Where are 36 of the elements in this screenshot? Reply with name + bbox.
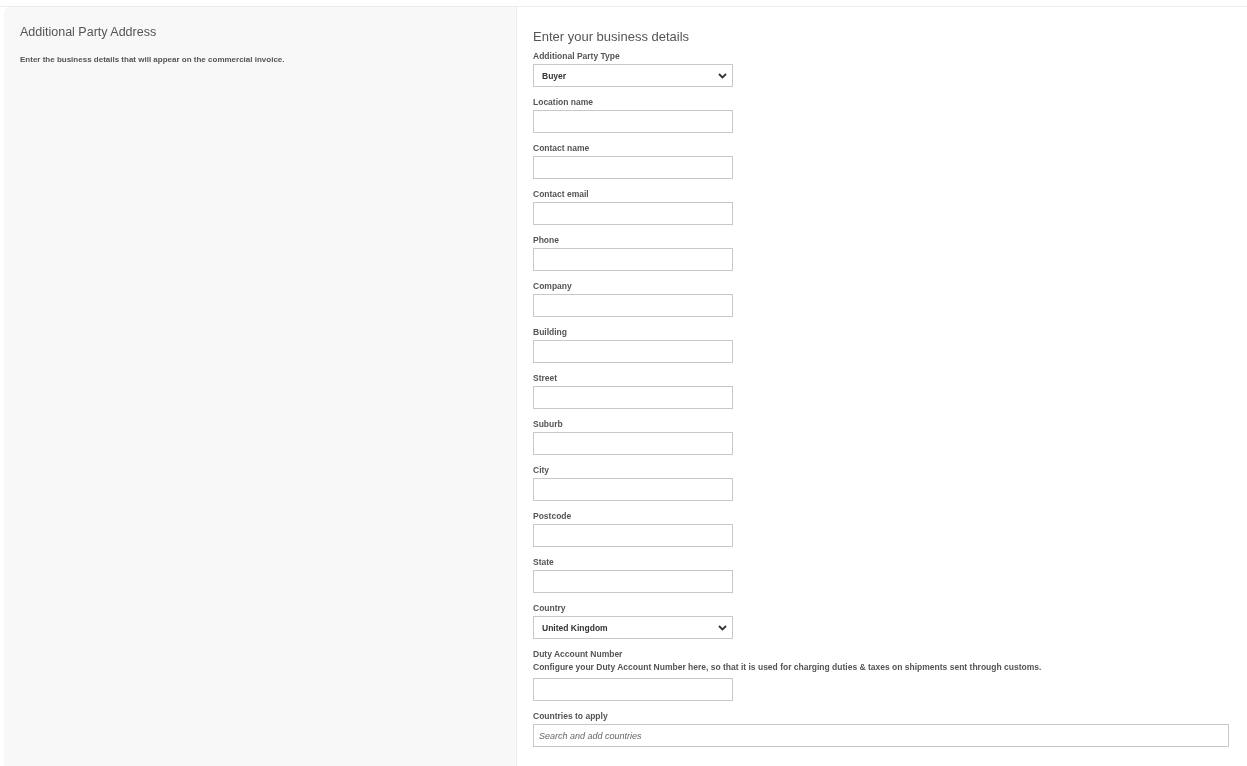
input-field[interactable] (533, 524, 733, 547)
field-label: Contact name (533, 143, 591, 154)
input-field[interactable] (533, 570, 733, 593)
dropdown[interactable]: United Kingdom (533, 616, 733, 639)
field-label: Company (533, 281, 573, 292)
field-label: Duty Account Number (533, 649, 624, 660)
help-text: Configure your Duty Account Number here, so that it is used for charging duties & taxes on shipments sent through customs. (533, 662, 1043, 673)
input-field[interactable] (533, 478, 733, 501)
field-label: City (533, 465, 551, 476)
input-field[interactable] (533, 156, 733, 179)
input-field[interactable] (533, 340, 733, 363)
section-title: Additional Party Address (20, 25, 158, 39)
field-label: Postcode (533, 511, 573, 522)
input-field[interactable] (533, 202, 733, 225)
field-label: Street (533, 373, 559, 384)
input-field[interactable] (533, 386, 733, 409)
input-field[interactable] (533, 110, 733, 133)
field-label: Country (533, 603, 567, 614)
chevron-down-icon (718, 624, 727, 631)
input-field[interactable] (533, 432, 733, 455)
field-label: Building (533, 327, 568, 338)
field-label: Location name (533, 97, 594, 108)
field-label: Additional Party Type (533, 51, 621, 62)
section-description: Enter the business details that will appear on the commercial invoice. (20, 55, 286, 64)
field-label: Phone (533, 235, 560, 246)
input-field[interactable] (533, 294, 733, 317)
field-label: Contact email (533, 189, 590, 200)
field-label: Countries to apply (533, 711, 609, 722)
field-label: State (533, 557, 555, 568)
input-field[interactable] (533, 248, 733, 271)
chevron-down-icon (718, 72, 727, 79)
dropdown[interactable]: Buyer (533, 64, 733, 87)
field-label: Suburb (533, 419, 564, 430)
input-field[interactable] (533, 678, 733, 701)
form-heading: Enter your business details (533, 29, 691, 44)
search-field[interactable]: Search and add countries (533, 724, 1229, 747)
